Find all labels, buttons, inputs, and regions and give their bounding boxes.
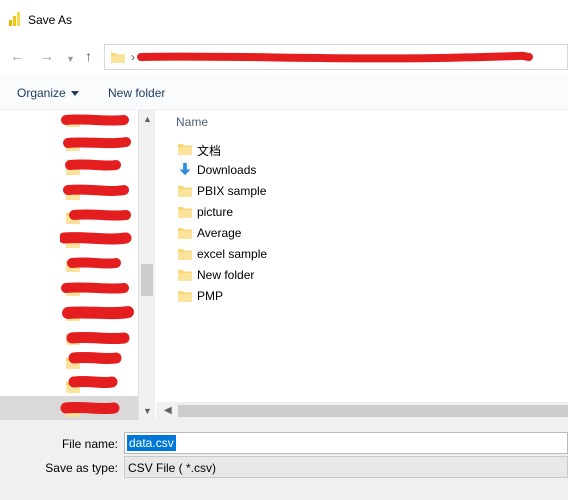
list-item[interactable]: excel sample bbox=[178, 245, 378, 263]
title-bar: Save As bbox=[0, 0, 568, 40]
address-path-box[interactable]: › bbox=[104, 44, 568, 70]
folder-icon bbox=[178, 270, 192, 281]
list-item-label: PBIX sample bbox=[197, 184, 267, 198]
folder-icon bbox=[111, 53, 125, 63]
organize-button[interactable]: Organize bbox=[17, 86, 79, 100]
new-folder-button[interactable]: New folder bbox=[108, 86, 165, 100]
column-header-name[interactable]: Name bbox=[176, 115, 208, 129]
list-item-label: Downloads bbox=[197, 163, 257, 177]
list-item-label: 文档 bbox=[197, 144, 222, 158]
file-name-value: data.csv bbox=[127, 435, 176, 451]
list-item-label: picture bbox=[197, 205, 234, 219]
redacted-path bbox=[137, 51, 533, 63]
save-type-value: CSV File ( *.csv) bbox=[128, 461, 217, 475]
arrow-left-icon[interactable]: ← bbox=[10, 48, 24, 64]
folder-icon bbox=[178, 228, 192, 239]
file-list-hscrollbar[interactable]: ◀ bbox=[156, 402, 568, 420]
list-item-label: PMP bbox=[197, 289, 224, 303]
scrollbar-thumb[interactable] bbox=[178, 405, 568, 417]
list-item[interactable]: Average bbox=[178, 224, 378, 242]
file-list: Name 文档 Downloads PBIX sample picture Averag… bbox=[156, 110, 568, 402]
power-bi-icon bbox=[9, 12, 20, 26]
nav-pane-scrollbar[interactable]: ▲ ▼ bbox=[138, 110, 155, 420]
folder-icon bbox=[178, 207, 192, 218]
file-name-label: File name: bbox=[61, 437, 118, 451]
list-item[interactable]: PMP bbox=[178, 287, 378, 305]
file-name-input[interactable]: data.csv bbox=[124, 432, 568, 454]
list-item-label: New folder bbox=[197, 268, 255, 282]
save-form: File name: data.csv Save as type: CSV Fi… bbox=[0, 420, 568, 500]
command-toolbar: Organize New folder bbox=[0, 74, 568, 110]
folder-icon bbox=[178, 144, 192, 155]
arrow-right-icon[interactable]: → bbox=[40, 48, 54, 64]
folder-icon bbox=[178, 186, 192, 197]
list-item-label: Average bbox=[197, 226, 242, 240]
save-type-label: Save as type: bbox=[45, 461, 118, 475]
scroll-up-icon[interactable]: ▲ bbox=[143, 114, 152, 124]
save-type-select[interactable]: CSV File ( *.csv) bbox=[124, 456, 568, 478]
list-item[interactable]: Downloads bbox=[178, 161, 378, 179]
list-item[interactable]: PBIX sample bbox=[178, 182, 378, 200]
scroll-left-icon[interactable]: ◀ bbox=[164, 405, 172, 416]
scroll-down-icon[interactable]: ▼ bbox=[143, 406, 152, 416]
arrow-up-icon[interactable]: ↑ bbox=[85, 48, 92, 64]
folder-icon bbox=[178, 291, 192, 302]
list-item[interactable]: picture bbox=[178, 203, 378, 221]
window-title: Save As bbox=[28, 13, 73, 27]
list-item[interactable]: New folder bbox=[178, 266, 378, 284]
caret-down-icon bbox=[70, 91, 79, 97]
download-arrow-icon bbox=[179, 163, 191, 176]
list-item[interactable]: 文档 bbox=[178, 140, 378, 158]
list-item-label: excel sample bbox=[197, 247, 268, 261]
redacted-nav-labels bbox=[60, 114, 134, 415]
chevron-down-icon[interactable]: ▼ bbox=[66, 51, 75, 67]
folder-icon bbox=[178, 249, 192, 260]
scrollbar-thumb[interactable] bbox=[141, 264, 153, 296]
path-separator: › bbox=[131, 50, 135, 64]
